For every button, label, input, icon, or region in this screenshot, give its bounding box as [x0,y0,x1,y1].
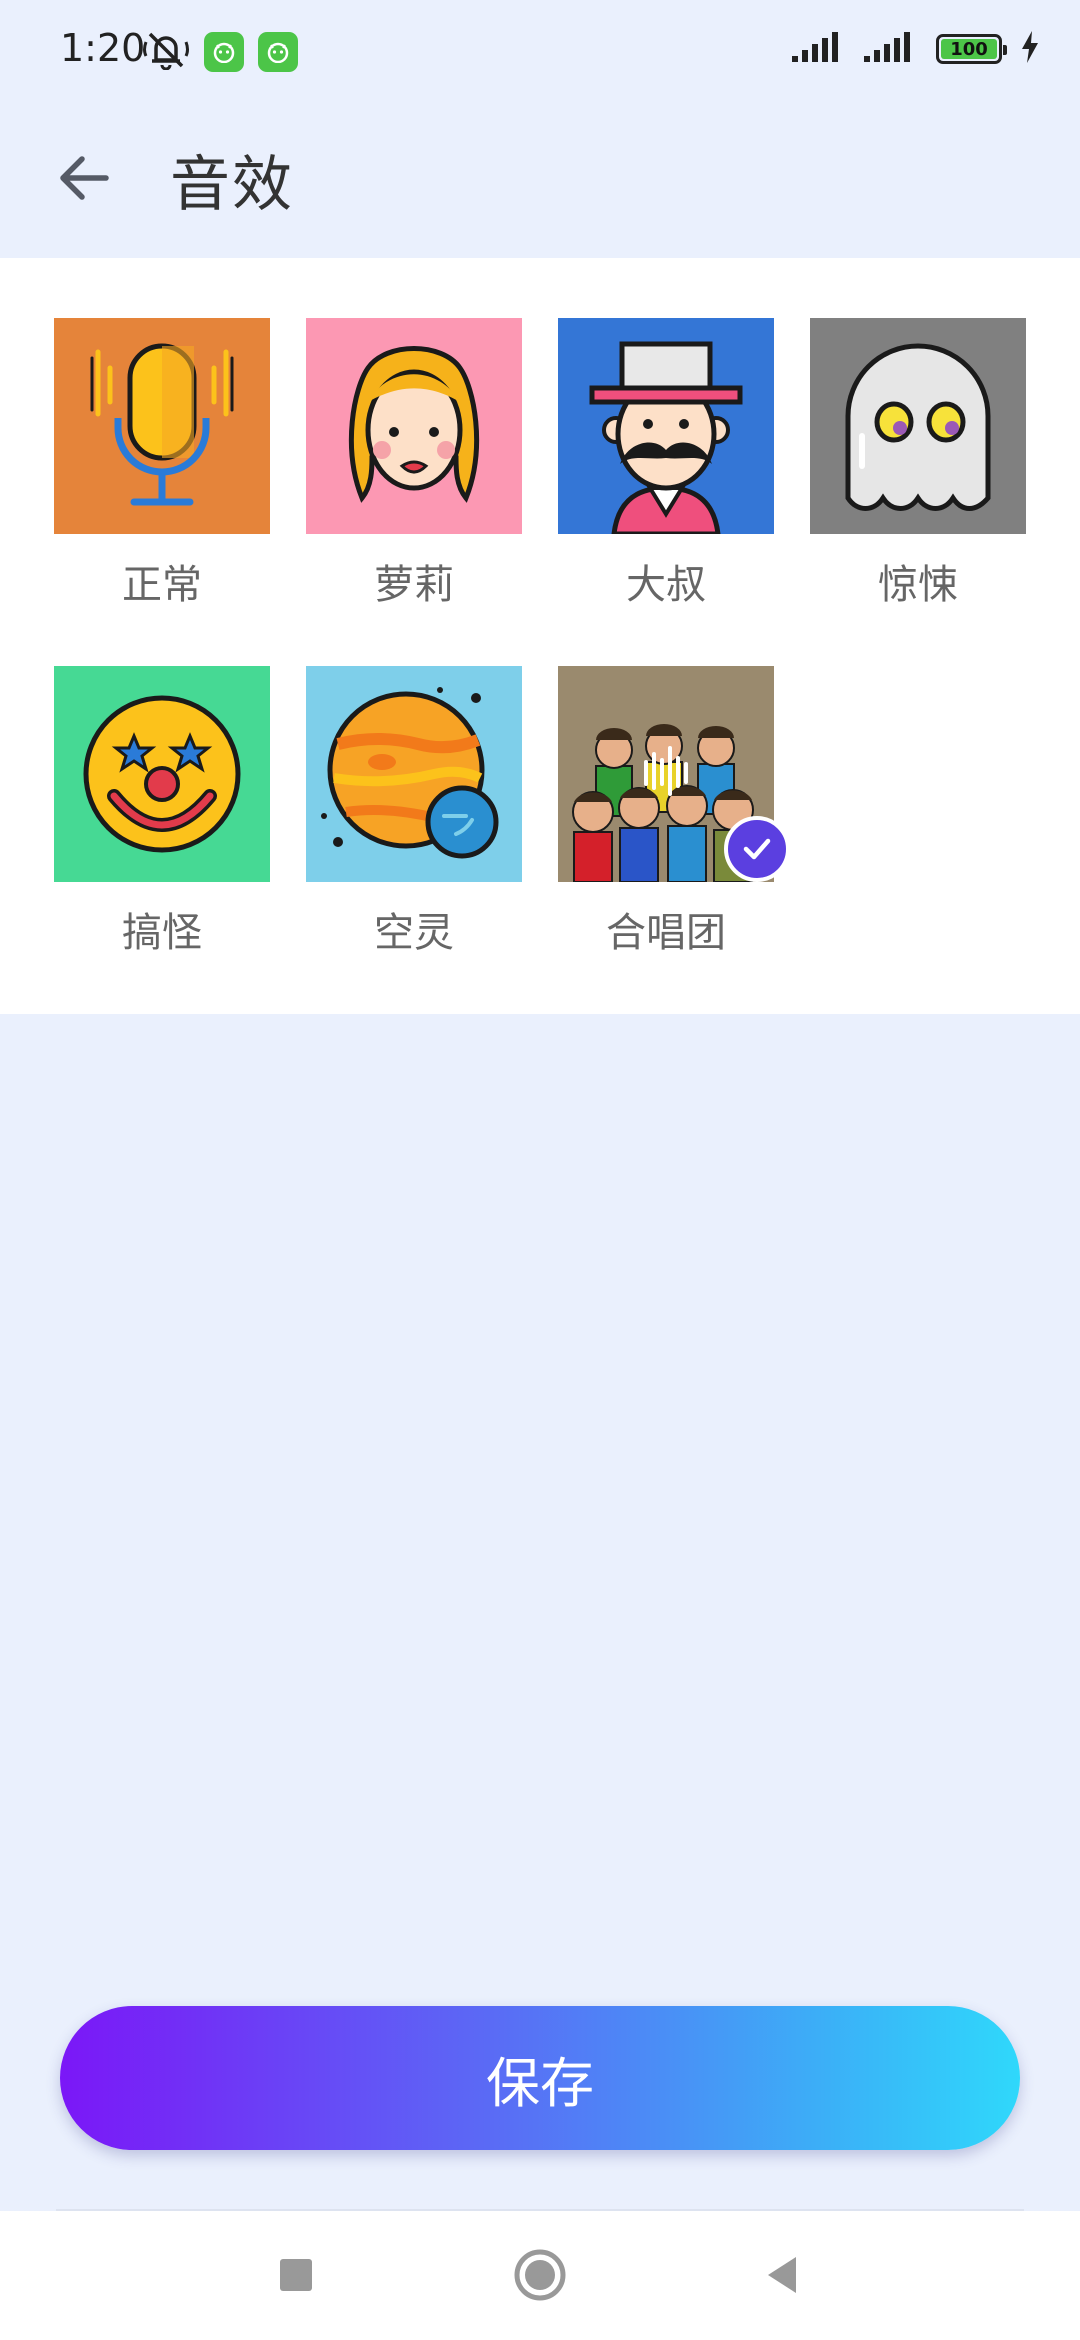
status-notifications [142,30,298,74]
selected-check-badge [724,816,790,882]
signal-icon [792,30,846,68]
circle-icon [514,2249,566,2301]
recent-apps-button[interactable] [264,2243,328,2307]
mustache-man-icon [558,318,774,534]
page-title: 音效 [170,150,294,220]
home-button[interactable] [508,2243,572,2307]
effect-label: 大叔 [626,562,706,608]
nav-back-button[interactable] [750,2243,814,2307]
effect-label: 搞怪 [122,910,202,956]
app-notification-icon [204,32,244,72]
triangle-back-icon [768,2257,796,2293]
effect-label: 惊悚 [878,562,958,608]
battery-level: 100 [950,38,988,60]
square-icon [280,2259,312,2291]
effect-thumbnail [810,318,1026,534]
effect-thumbnail [558,318,774,534]
charging-icon [1020,31,1040,67]
app-bar: 音效 [0,100,1080,258]
save-button[interactable]: 保存 [60,2006,1020,2150]
effect-thumbnail [54,666,270,882]
mute-bell-icon [142,30,190,74]
effect-item-uncle[interactable]: 大叔 [558,318,774,610]
effect-label: 空灵 [374,910,454,956]
sound-effects-grid: 正常 萝莉 大叔 惊悚 搞怪 空灵 合唱团 [0,258,1080,1014]
status-bar: 1:20 100 [0,0,1080,100]
effect-item-thriller[interactable]: 惊悚 [810,318,1026,610]
microphone-icon [54,318,270,534]
effect-thumbnail [558,666,790,882]
ghost-icon [810,318,1026,534]
system-navigation-bar [0,2211,1080,2340]
girl-face-icon [306,318,522,534]
app-notification-icon [258,32,298,72]
effect-thumbnail [54,318,270,534]
effect-thumbnail [306,318,522,534]
status-time: 1:20 [60,26,146,70]
arrow-left-icon [60,156,109,200]
battery-icon: 100 [936,34,1007,64]
clown-face-icon [54,666,270,882]
effect-item-choir[interactable]: 合唱团 [558,666,790,958]
status-system-icons: 100 [792,30,1040,68]
effect-item-funny[interactable]: 搞怪 [54,666,270,958]
effect-label: 正常 [122,562,202,608]
back-button[interactable] [52,146,116,210]
effect-thumbnail [306,666,522,882]
check-icon [743,838,771,860]
planet-icon [306,666,522,882]
effect-label: 萝莉 [374,562,454,608]
effect-item-ethereal[interactable]: 空灵 [306,666,522,958]
signal-icon [864,30,918,68]
effect-item-normal[interactable]: 正常 [54,318,270,610]
effect-item-loli[interactable]: 萝莉 [306,318,522,610]
effect-label: 合唱团 [606,910,726,956]
